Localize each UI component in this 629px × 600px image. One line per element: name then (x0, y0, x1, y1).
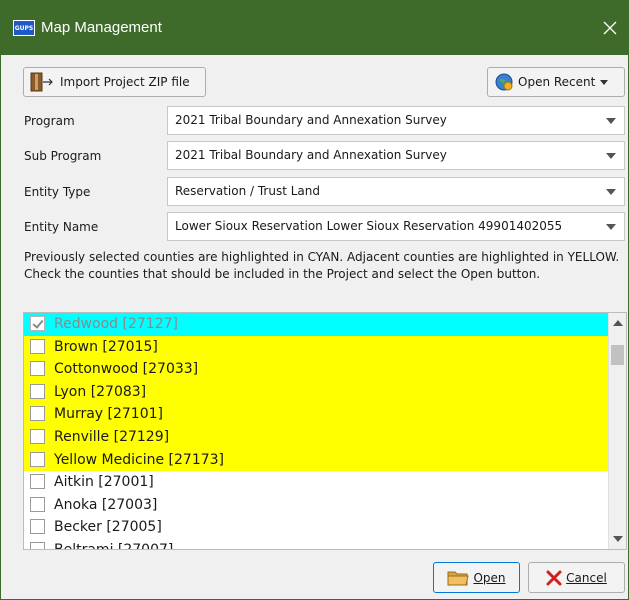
scroll-thumb[interactable] (611, 345, 624, 365)
open-recent-button[interactable]: Open Recent (487, 67, 625, 97)
entity-type-value: Reservation / Trust Land (175, 184, 321, 198)
county-label: Redwood [27127] (54, 316, 178, 332)
chevron-down-icon (606, 189, 616, 195)
sub-program-value: 2021 Tribal Boundary and Annexation Surv… (175, 148, 447, 162)
county-list[interactable]: Redwood [27127] Brown [27015] Cottonwood [… (23, 312, 627, 550)
county-list-item[interactable]: Beltrami [27007] (24, 539, 609, 550)
county-label: Lyon [27083] (54, 383, 147, 400)
county-list-item[interactable]: Brown [27015] (24, 335, 609, 359)
entity-name-select[interactable]: Lower Sioux Reservation Lower Sioux Rese… (167, 212, 625, 241)
entity-name-value: Lower Sioux Reservation Lower Sioux Rese… (175, 219, 563, 233)
county-label: Cottonwood [27033] (54, 361, 199, 378)
county-list-item[interactable]: Lyon [27083] (24, 380, 609, 404)
county-list-item[interactable]: Murray [27101] (24, 403, 609, 426)
x-icon (546, 570, 562, 585)
county-label: Renville [27129] (54, 428, 170, 445)
scroll-up-icon[interactable] (613, 320, 623, 326)
chevron-down-icon (606, 153, 616, 159)
county-label: Brown [27015] (54, 338, 158, 355)
import-zip-button[interactable]: Import Project ZIP file (23, 67, 206, 97)
cancel-button[interactable]: Cancel (528, 562, 625, 593)
county-label: Murray [27101] (54, 406, 163, 423)
map-management-dialog: GUPS Map Management Import Project ZIP f… (0, 0, 629, 600)
close-icon (603, 21, 617, 35)
entity-name-label: Entity Name (24, 220, 99, 234)
cancel-label: Cancel (566, 570, 607, 585)
county-checkbox[interactable] (30, 316, 45, 331)
county-checkbox[interactable] (30, 406, 45, 422)
county-checkbox[interactable] (30, 451, 45, 467)
county-checkbox[interactable] (30, 474, 45, 490)
open-recent-label: Open Recent (518, 75, 596, 89)
county-label: Aitkin [27001] (54, 474, 154, 491)
program-value: 2021 Tribal Boundary and Annexation Surv… (175, 113, 447, 127)
county-label: Beltrami [27007] (54, 541, 174, 550)
open-label: Open (473, 570, 506, 585)
county-list-item[interactable]: Cottonwood [27033] (24, 358, 609, 381)
county-checkbox[interactable] (30, 519, 45, 535)
county-list-scrollbar[interactable] (608, 313, 626, 549)
instructions-text: Previously selected counties are highlig… (24, 250, 620, 281)
program-label: Program (24, 114, 75, 128)
county-label: Anoka [27003] (54, 496, 158, 513)
county-list-item[interactable]: Renville [27129] (24, 425, 609, 449)
county-checkbox[interactable] (30, 541, 45, 549)
county-list-item[interactable]: Anoka [27003] (24, 494, 609, 517)
county-list-item[interactable]: Redwood [27127] (24, 313, 609, 336)
zip-import-icon (30, 72, 53, 92)
county-list-item[interactable]: Becker [27005] (24, 516, 609, 539)
county-list-items: Redwood [27127] Brown [27015] Cottonwood [… (24, 313, 609, 550)
county-checkbox[interactable] (30, 428, 45, 444)
sub-program-label: Sub Program (24, 149, 102, 163)
program-select[interactable]: 2021 Tribal Boundary and Annexation Surv… (167, 106, 625, 135)
open-button[interactable]: Open (433, 562, 520, 593)
scroll-down-icon[interactable] (613, 536, 623, 542)
sub-program-select[interactable]: 2021 Tribal Boundary and Annexation Surv… (167, 141, 625, 170)
chevron-down-icon (606, 118, 616, 124)
entity-type-label: Entity Type (24, 185, 91, 199)
chevron-down-icon (606, 224, 616, 230)
county-label: Becker [27005] (54, 519, 162, 536)
county-checkbox[interactable] (30, 496, 45, 512)
county-label: Yellow Medicine [27173] (54, 451, 225, 468)
county-list-item[interactable]: Yellow Medicine [27173] (24, 448, 609, 472)
close-button[interactable] (596, 13, 624, 43)
title-bar: GUPS Map Management (1, 1, 628, 55)
globe-icon (495, 73, 513, 91)
window-title: Map Management (41, 19, 162, 36)
county-checkbox[interactable] (30, 338, 45, 354)
entity-type-select[interactable]: Reservation / Trust Land (167, 177, 625, 206)
dropdown-arrow-icon (600, 80, 609, 85)
folder-icon (447, 571, 470, 585)
import-zip-label: Import Project ZIP file (60, 75, 190, 89)
app-icon: GUPS (13, 20, 35, 36)
county-checkbox[interactable] (30, 383, 45, 399)
county-list-item[interactable]: Aitkin [27001] (24, 471, 609, 494)
county-checkbox[interactable] (30, 361, 45, 377)
